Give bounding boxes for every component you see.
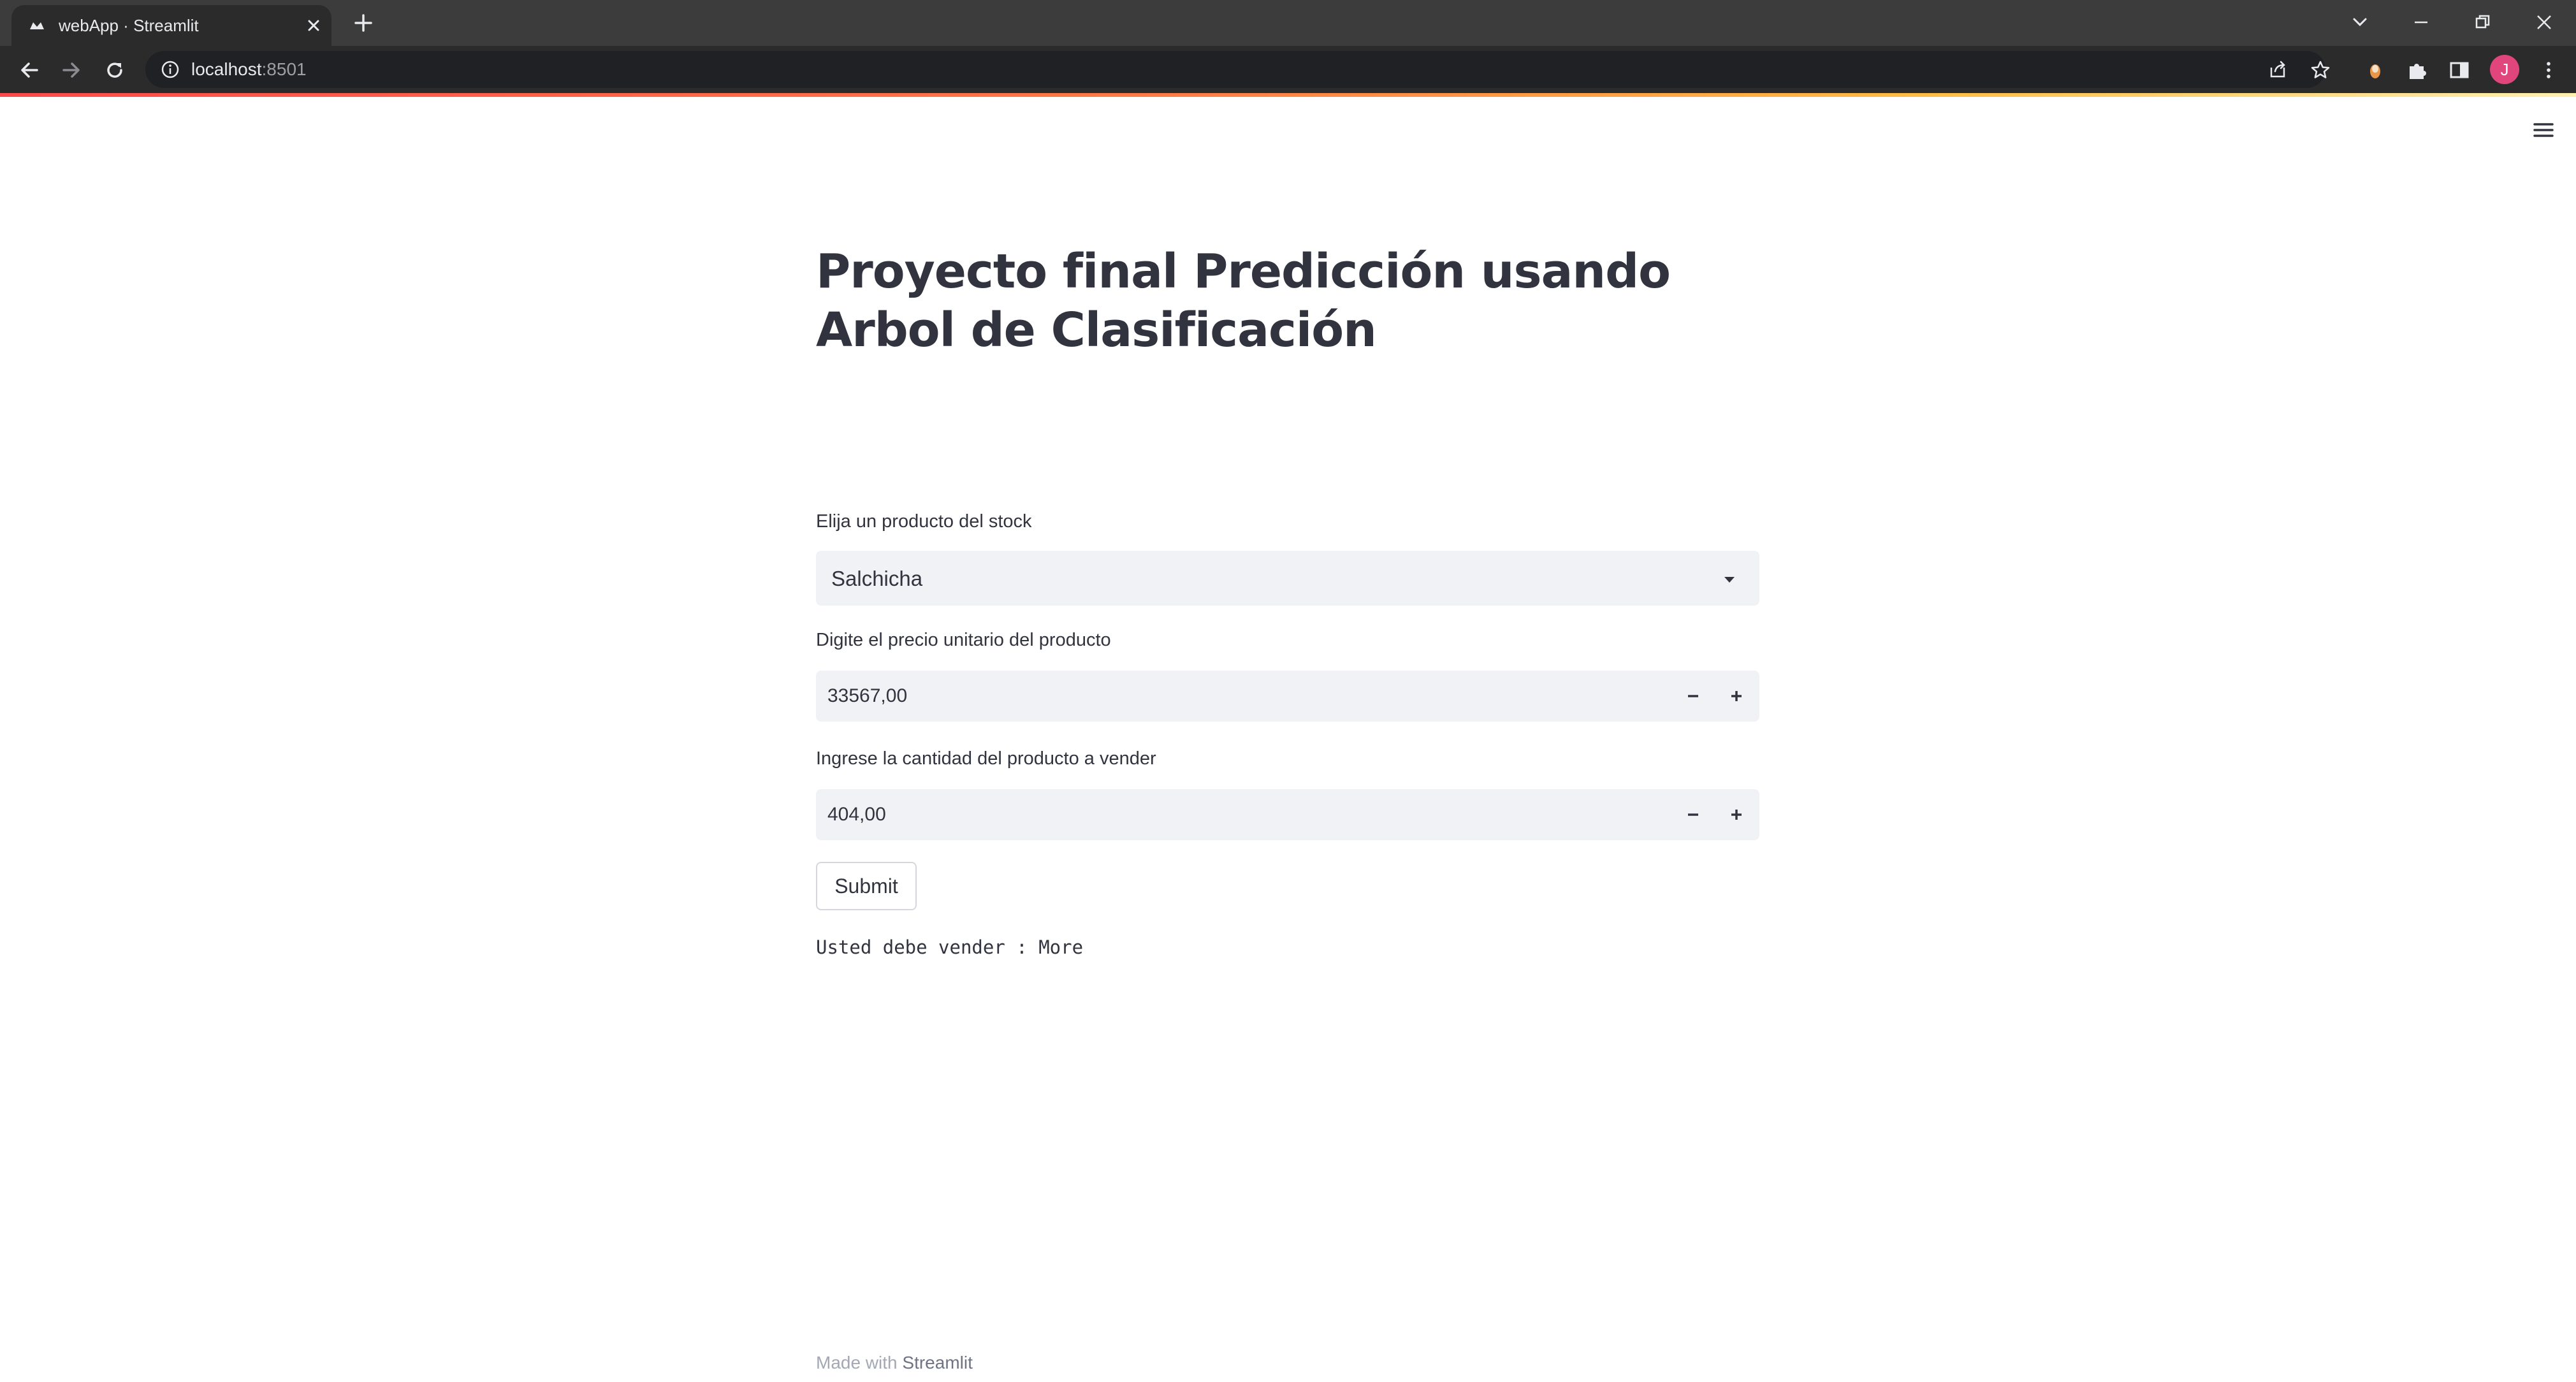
prediction-result: Usted debe vender : More	[816, 936, 1084, 958]
product-select[interactable]: Salchicha	[816, 551, 1759, 606]
price-input[interactable]: 33567,00	[816, 671, 1759, 722]
quantity-input-label: Ingrese la cantidad del producto a vende…	[816, 748, 1156, 769]
new-tab-icon[interactable]	[351, 10, 376, 36]
quantity-decrement-button[interactable]	[1671, 789, 1715, 840]
reload-icon[interactable]	[101, 56, 129, 84]
quantity-increment-button[interactable]	[1715, 789, 1758, 840]
minus-icon	[1688, 813, 1698, 816]
tab-title: webApp · Streamlit	[59, 16, 199, 35]
quantity-input-value: 404,00	[827, 804, 886, 825]
bookmark-star-icon[interactable]	[2309, 59, 2332, 82]
tab-search-icon[interactable]	[2344, 6, 2376, 38]
minus-icon	[1688, 695, 1698, 697]
browser-toolbar: localhost:8501	[0, 46, 2576, 93]
quantity-input[interactable]: 404,00	[816, 789, 1759, 840]
browser-tab[interactable]: webApp · Streamlit	[11, 5, 331, 46]
extensions-puzzle-icon[interactable]	[2403, 56, 2431, 84]
url-port: :8501	[261, 59, 307, 79]
price-input-value: 33567,00	[827, 685, 908, 706]
product-select-value: Salchicha	[831, 567, 923, 590]
footer-prefix: Made with	[816, 1353, 898, 1372]
back-icon[interactable]	[15, 56, 43, 84]
url-text: localhost:8501	[191, 59, 307, 80]
streamlit-decoration-bar	[0, 93, 2576, 97]
share-icon[interactable]	[2266, 59, 2289, 82]
chevron-down-icon	[1724, 577, 1735, 583]
forward-icon[interactable]	[57, 56, 85, 84]
hamburger-menu-icon[interactable]	[2531, 117, 2556, 143]
site-info-icon[interactable]	[159, 59, 181, 80]
streamlit-favicon-icon	[30, 22, 44, 29]
price-increment-button[interactable]	[1715, 671, 1758, 722]
product-select-label: Elija un producto del stock	[816, 511, 1032, 532]
extension-fox-icon[interactable]	[2361, 56, 2389, 84]
profile-avatar[interactable]: J	[2490, 55, 2519, 84]
close-window-icon[interactable]	[2528, 6, 2560, 38]
browser-menu-icon[interactable]	[2535, 56, 2563, 84]
price-decrement-button[interactable]	[1671, 671, 1715, 722]
url-host: localhost	[191, 59, 262, 79]
streamlit-link[interactable]: Streamlit	[902, 1353, 972, 1372]
submit-button[interactable]: Submit	[816, 862, 917, 910]
restore-icon[interactable]	[2467, 6, 2499, 38]
browser-tabstrip: webApp · Streamlit	[0, 0, 2576, 46]
close-tab-icon[interactable]	[302, 14, 325, 37]
plus-icon	[1731, 810, 1742, 820]
address-bar[interactable]: localhost:8501	[145, 51, 2330, 88]
price-input-label: Digite el precio unitario del producto	[816, 630, 1111, 650]
side-panel-icon[interactable]	[2445, 56, 2473, 84]
footer: Made with Streamlit	[816, 1351, 973, 1374]
plus-icon	[1731, 691, 1742, 701]
page-title: Proyecto final Predicción usando Arbol d…	[816, 244, 1671, 358]
minimize-icon[interactable]	[2405, 6, 2437, 38]
